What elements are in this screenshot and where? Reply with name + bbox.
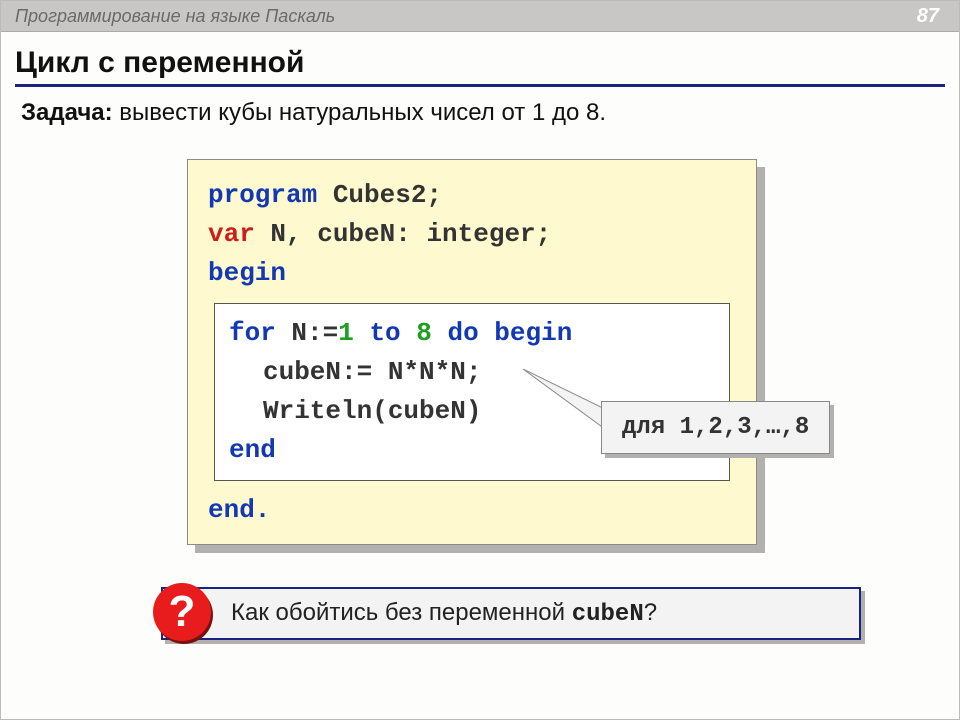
- question-box: ? Как обойтись без переменной cubeN?: [161, 587, 861, 640]
- callout: для 1,2,3,…,8: [601, 401, 830, 454]
- task-line: Задача: вывести кубы натуральных чисел о…: [21, 97, 939, 129]
- header-title: Программирование на языке Паскаль: [15, 6, 335, 26]
- kw-begin: begin: [208, 258, 286, 288]
- slide-title: Цикл с переменной: [15, 46, 945, 87]
- num-8: 8: [416, 318, 432, 348]
- code-line-program: program Cubes2;: [208, 176, 736, 215]
- code-line-begin: begin: [208, 254, 736, 293]
- task-text: вывести кубы натуральных чисел от 1 до 8…: [113, 99, 606, 126]
- code-inner-l2: cubeN:= N*N*N;: [229, 353, 481, 392]
- code-inner-l1b: N:=: [276, 318, 338, 348]
- code-block-inner: for N:=1 to 8 do begin cubeN:= N*N*N; Wr…: [214, 303, 730, 481]
- kw-do-begin: do begin: [432, 318, 572, 348]
- num-1: 1: [338, 318, 354, 348]
- kw-var: var: [208, 219, 255, 249]
- kw-for: for: [229, 318, 276, 348]
- code-area: program Cubes2; var N, cubeN: integer; b…: [187, 159, 757, 545]
- code-l1b: Cubes2;: [317, 180, 442, 210]
- code-block-outer: program Cubes2; var N, cubeN: integer; b…: [187, 159, 757, 545]
- kw-end-inner: end: [229, 435, 276, 465]
- question-wrap: ? Как обойтись без переменной cubeN?: [161, 587, 861, 640]
- kw-end: end.: [208, 495, 270, 525]
- code-inner-for: for N:=1 to 8 do begin: [229, 314, 715, 353]
- callout-text: для 1,2,3,…,8: [622, 414, 809, 441]
- page-number: 87: [917, 1, 939, 31]
- code-l2b: N, cubeN: integer;: [255, 219, 551, 249]
- header-bar: Программирование на языке Паскаль 87: [1, 1, 959, 32]
- kw-program: program: [208, 180, 317, 210]
- kw-to: to: [354, 318, 416, 348]
- question-mark-icon: ?: [153, 583, 211, 641]
- question-text-after: ?: [644, 599, 657, 626]
- code-inner-cuben: cubeN:= N*N*N;: [229, 353, 715, 392]
- callout-box: для 1,2,3,…,8: [601, 401, 830, 454]
- question-text-before: Как обойтись без переменной: [231, 599, 572, 626]
- slide: Программирование на языке Паскаль 87 Цик…: [0, 0, 960, 720]
- task-label: Задача:: [21, 99, 113, 126]
- question-mono: cubeN: [572, 601, 644, 628]
- code-inner-l3: Writeln(cubeN): [229, 392, 481, 431]
- code-line-var: var N, cubeN: integer;: [208, 215, 736, 254]
- code-line-end: end.: [208, 491, 736, 530]
